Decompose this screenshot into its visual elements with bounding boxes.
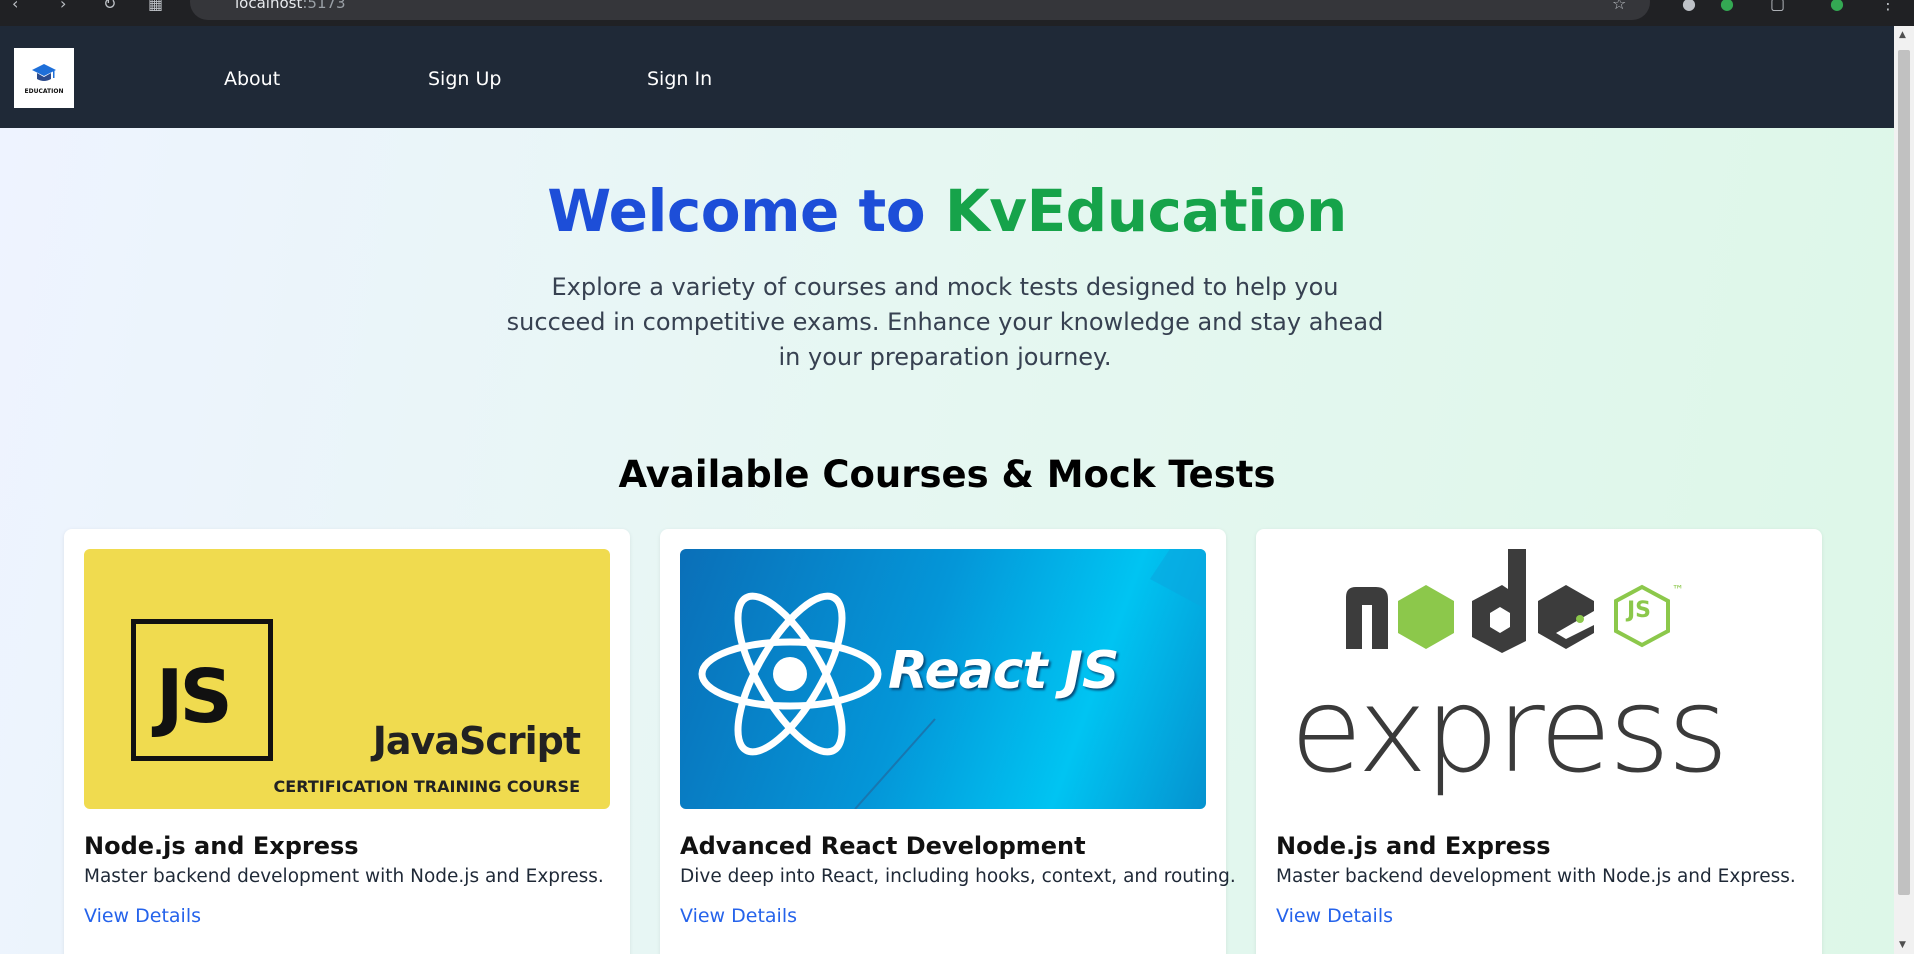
nav-about-link[interactable]: About	[224, 26, 280, 128]
course-title: Advanced React Development	[680, 832, 1086, 860]
forward-icon[interactable]: ›	[60, 0, 66, 13]
url-text[interactable]: localhost:5173	[235, 0, 346, 11]
js-hex-badge-text: JS	[1627, 598, 1652, 623]
view-details-link[interactable]: View Details	[84, 905, 201, 927]
course-image-node-express: JS ™ express	[1276, 549, 1802, 809]
trademark-symbol: ™	[1672, 583, 1684, 597]
extension-green-icon[interactable]: ●	[1720, 0, 1734, 13]
certification-caption: CERTIFICATION TRAINING COURSE	[273, 777, 580, 796]
url-port: :5173	[302, 0, 346, 12]
course-title: Node.js and Express	[84, 832, 359, 860]
back-icon[interactable]: ‹	[12, 0, 18, 13]
scrollbar-thumb[interactable]	[1898, 50, 1910, 895]
url-host: localhost	[235, 0, 303, 12]
react-js-wordmark: React JS	[888, 641, 1119, 701]
course-description: Master backend development with Node.js …	[1276, 866, 1796, 887]
scroll-up-arrow-icon[interactable]: ▲	[1899, 30, 1906, 40]
nav-sign-up-link[interactable]: Sign Up	[428, 26, 501, 128]
courses-section-title: Available Courses & Mock Tests	[618, 453, 1276, 496]
hero-title-welcome: Welcome to	[547, 177, 945, 245]
nav-sign-in-link[interactable]: Sign In	[647, 26, 712, 128]
main-content: Welcome to KvEducation Explore a variety…	[0, 128, 1894, 954]
address-bar[interactable]	[190, 0, 1650, 20]
site-navbar: EDUCATION About Sign Up Sign In	[0, 26, 1894, 128]
view-details-link[interactable]: View Details	[1276, 905, 1393, 927]
course-card: JS ™ express Node.js and Express Master …	[1256, 529, 1822, 954]
javascript-wordmark: JavaScript	[372, 719, 581, 763]
profile-avatar-icon[interactable]: ●	[1830, 0, 1844, 13]
express-wordmark: express	[1290, 661, 1729, 799]
course-image-react: React JS	[680, 549, 1206, 809]
course-title: Node.js and Express	[1276, 832, 1551, 860]
graduation-cap-icon	[32, 63, 56, 81]
extensions-puzzle-icon[interactable]: ▢	[1770, 0, 1785, 13]
nodejs-logo-icon	[1346, 549, 1670, 653]
page-scrollbar[interactable]: ▲ ▼	[1894, 26, 1914, 954]
hero-title: Welcome to KvEducation	[0, 177, 1894, 245]
reload-icon[interactable]: ↻	[103, 0, 116, 13]
course-image-javascript: JS JavaScript CERTIFICATION TRAINING COU…	[84, 549, 610, 809]
js-badge: JS	[131, 619, 273, 761]
extension-icon[interactable]: ●	[1682, 0, 1696, 13]
browser-toolbar: ‹ › ↻ ▦ localhost:5173 ☆ ● ● ▢ ● ⋮	[0, 0, 1914, 26]
site-logo[interactable]: EDUCATION	[14, 48, 74, 108]
hero-title-brand: KvEducation	[944, 177, 1347, 245]
bookmark-star-icon[interactable]: ☆	[1612, 0, 1626, 13]
course-description: Master backend development with Node.js …	[84, 866, 604, 887]
apps-icon[interactable]: ▦	[148, 0, 163, 13]
logo-text: EDUCATION	[24, 87, 64, 95]
hero-subtitle: Explore a variety of courses and mock te…	[506, 273, 1384, 371]
course-card: React JS Advanced React Development Dive…	[660, 529, 1236, 954]
browser-menu-icon[interactable]: ⋮	[1880, 0, 1896, 13]
js-badge-text: JS	[156, 654, 233, 740]
scroll-down-arrow-icon[interactable]: ▼	[1899, 940, 1906, 950]
view-details-link[interactable]: View Details	[680, 905, 797, 927]
course-description: Dive deep into React, including hooks, c…	[680, 866, 1236, 887]
course-card: JS JavaScript CERTIFICATION TRAINING COU…	[64, 529, 630, 954]
